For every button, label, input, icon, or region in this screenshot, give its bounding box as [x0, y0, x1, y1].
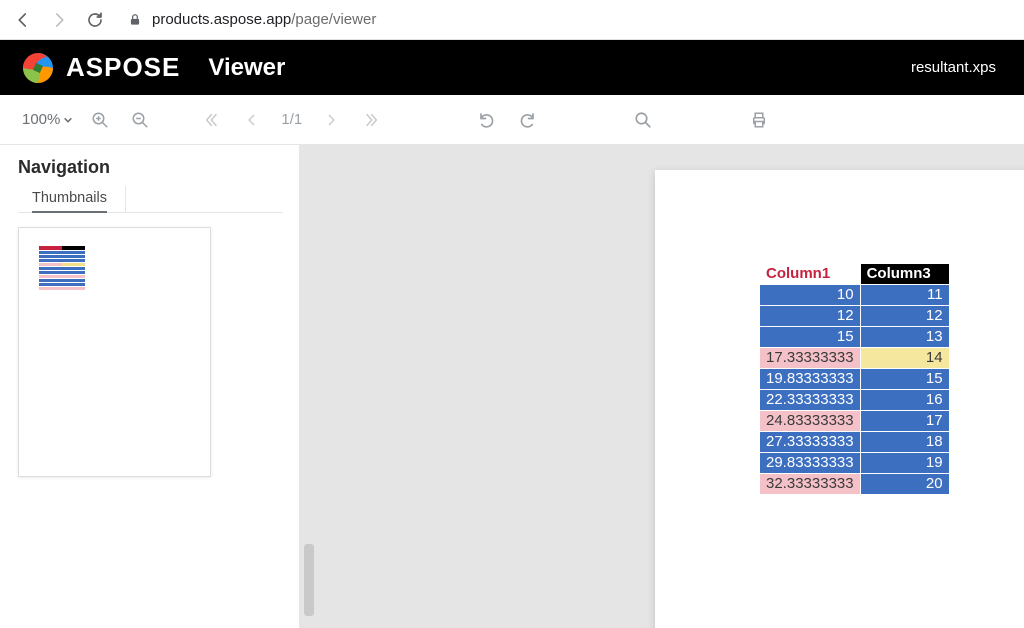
table-row: 24.8333333317	[760, 411, 950, 432]
document-filename: resultant.xps	[911, 59, 996, 76]
table-row: 19.8333333315	[760, 369, 950, 390]
cell: 19	[860, 453, 949, 474]
sidebar-resize-handle[interactable]	[304, 544, 314, 616]
table-row: 22.3333333316	[760, 390, 950, 411]
table-row: 1212	[760, 306, 950, 327]
search-button[interactable]	[626, 103, 660, 137]
table-row: 1011	[760, 285, 950, 306]
sidebar-title: Navigation	[18, 157, 283, 178]
cell: 13	[860, 327, 949, 348]
print-button[interactable]	[742, 103, 776, 137]
cell: 11	[860, 285, 949, 306]
redo-button[interactable]	[510, 103, 544, 137]
cell: 19.83333333	[760, 369, 861, 390]
url-path: /page/viewer	[291, 11, 376, 28]
cell: 15	[760, 327, 861, 348]
browser-chrome: products.aspose.app/page/viewer	[0, 0, 1024, 40]
brand-name: ASPOSE	[66, 52, 180, 83]
caret-down-icon	[63, 115, 73, 125]
app-name: Viewer	[208, 54, 285, 82]
cell: 17.33333333	[760, 348, 861, 369]
zoom-in-button[interactable]	[83, 103, 117, 137]
browser-forward-button[interactable]	[48, 9, 70, 31]
col-header-1: Column1	[760, 264, 861, 285]
brand-logo[interactable]: ASPOSE	[20, 50, 180, 86]
cell: 16	[860, 390, 949, 411]
app-header: ASPOSE Viewer resultant.xps	[0, 40, 1024, 95]
cell: 17	[860, 411, 949, 432]
first-page-button[interactable]	[195, 103, 229, 137]
cell: 29.83333333	[760, 453, 861, 474]
address-bar[interactable]: products.aspose.app/page/viewer	[120, 11, 1012, 28]
browser-reload-button[interactable]	[84, 9, 106, 31]
col-header-2: Column3	[860, 264, 949, 285]
prev-page-button[interactable]	[235, 103, 269, 137]
table-row: 27.3333333318	[760, 432, 950, 453]
zoom-select[interactable]: 100%	[18, 107, 77, 132]
lock-icon	[128, 13, 142, 27]
cell: 27.33333333	[760, 432, 861, 453]
cell: 10	[760, 285, 861, 306]
cell: 18	[860, 432, 949, 453]
table-row: 32.3333333320	[760, 474, 950, 495]
data-table: Column1Column310111212151317.33333333141…	[759, 263, 950, 495]
cell: 22.33333333	[760, 390, 861, 411]
document-page: Column1Column310111212151317.33333333141…	[655, 170, 1024, 628]
thumbnails-panel	[18, 213, 283, 477]
cell: 32.33333333	[760, 474, 861, 495]
url-domain: products.aspose.app	[152, 11, 291, 28]
document-viewer[interactable]: Column1Column310111212151317.33333333141…	[300, 145, 1024, 628]
cell: 12	[760, 306, 861, 327]
page-indicator: 1/1	[275, 111, 308, 128]
next-page-button[interactable]	[314, 103, 348, 137]
last-page-button[interactable]	[354, 103, 388, 137]
cell: 14	[860, 348, 949, 369]
page-thumbnail-1[interactable]	[18, 227, 211, 477]
table-row: 1513	[760, 327, 950, 348]
browser-back-button[interactable]	[12, 9, 34, 31]
sidebar: Navigation Thumbnails	[0, 145, 300, 628]
cell: 20	[860, 474, 949, 495]
cell: 15	[860, 369, 949, 390]
tab-thumbnails[interactable]: Thumbnails	[32, 186, 126, 212]
zoom-value: 100%	[22, 111, 60, 128]
aspose-swirl-icon	[20, 50, 56, 86]
table-row: 29.8333333319	[760, 453, 950, 474]
undo-button[interactable]	[470, 103, 504, 137]
sidebar-tabs: Thumbnails	[18, 186, 283, 213]
table-row: 17.3333333314	[760, 348, 950, 369]
cell: 24.83333333	[760, 411, 861, 432]
toolbar: 100% 1/1	[0, 95, 1024, 145]
cell: 12	[860, 306, 949, 327]
zoom-out-button[interactable]	[123, 103, 157, 137]
thumbnail-preview	[39, 246, 85, 290]
workspace: Navigation Thumbnails Column1Column31011…	[0, 145, 1024, 628]
